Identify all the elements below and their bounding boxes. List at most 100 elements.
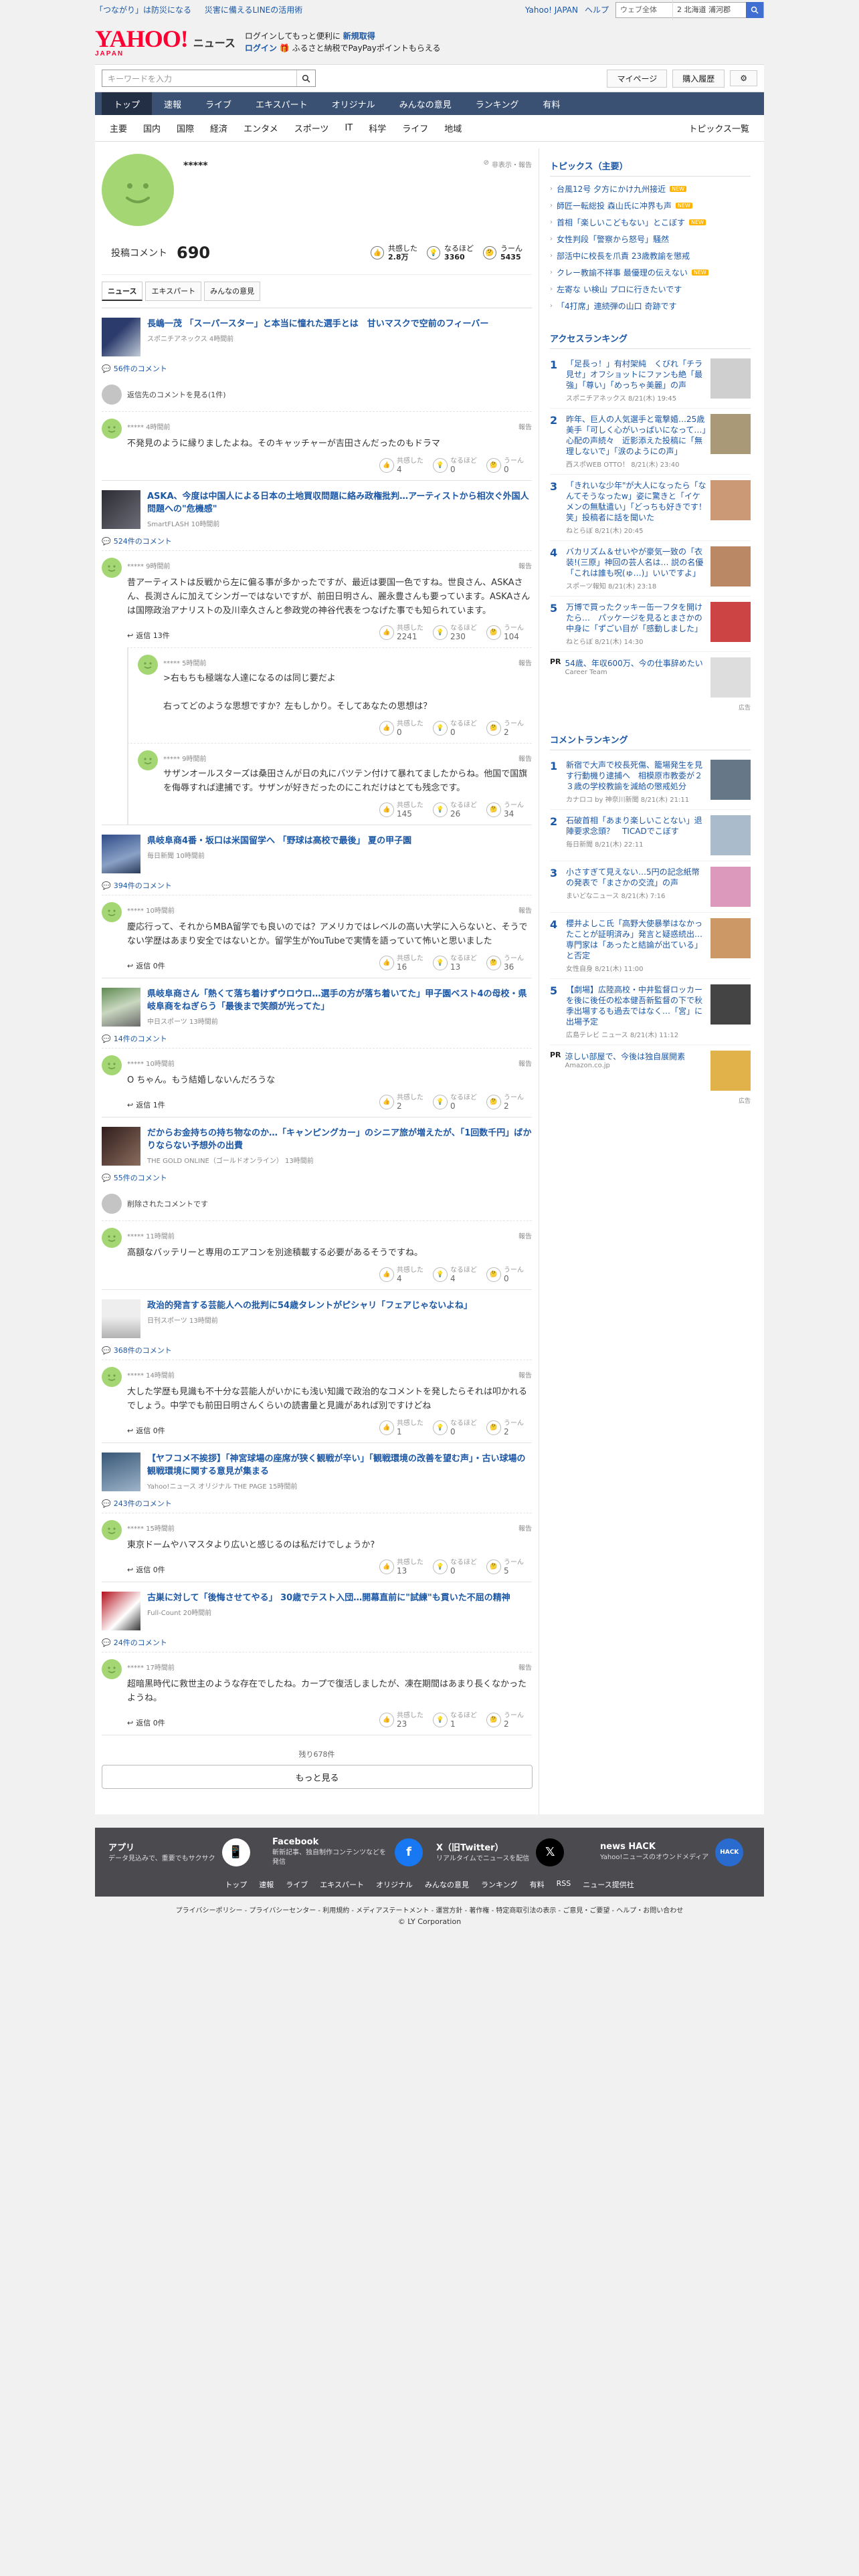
report-link[interactable]: 報告 bbox=[518, 1662, 532, 1672]
article-title[interactable]: 【ヤフコメ不挨拶】「神宮球場の座席が狭く観戦が辛い」「観戦環境の改善を望む声」・… bbox=[147, 1453, 532, 1478]
comment-count-link[interactable]: 💬 524件のコメント bbox=[102, 529, 532, 550]
ranking-item[interactable]: 5 万博で買ったクッキー缶一フタを開けたら… パッケージを見るとまさかの中身に「ず… bbox=[550, 597, 751, 652]
article-title[interactable]: だからお金持ちの持ち物なのか…「キャンピングカー」のシニア旅が増えたが、「1回数… bbox=[147, 1127, 532, 1152]
ranking-item[interactable]: 4 櫻井よしこ氏「高野大使暴挙はなかったことが証明済み」発言と疑惑続出…専門家は「… bbox=[550, 913, 751, 979]
article-title[interactable]: ASKA、今度は中国人による日本の土地買収問題に絡み政権批判…アーティストから相… bbox=[147, 490, 532, 516]
article-thumbnail[interactable] bbox=[102, 318, 140, 356]
reply-button[interactable]: ↩ 返信 0件 bbox=[127, 1717, 165, 1728]
cat-domestic[interactable]: 国内 bbox=[135, 122, 169, 134]
reply-button[interactable]: ↩ 返信 1件 bbox=[127, 1099, 165, 1110]
sponsored-item[interactable]: PR 54歳、年収600万、今の仕事辞めたい Career Team bbox=[550, 652, 751, 703]
reaction-insight[interactable]: 💡 なるほど 26 bbox=[433, 802, 478, 818]
cat-economy[interactable]: 経済 bbox=[202, 122, 235, 134]
topics-list-link[interactable]: トピックス一覧 bbox=[680, 122, 757, 134]
nav-original[interactable]: オリジナル bbox=[320, 92, 387, 115]
footer-facebook[interactable]: Facebook 斬新記事、独自制作コンテンツなどを発信 f bbox=[272, 1837, 423, 1867]
footer-link[interactable]: RSS bbox=[557, 1879, 571, 1890]
ranking-item[interactable]: 1 「足長っ！」有村架純 くびれ「チラ見せ」オフショットにファンも絶「最強」「尊い… bbox=[550, 353, 751, 409]
search-button[interactable] bbox=[296, 70, 315, 86]
topic-item[interactable]: › 師匠一転総投 森山氏に冲界も声 NEW bbox=[550, 197, 751, 214]
ad-info[interactable]: 広告 bbox=[550, 1096, 751, 1109]
comment-count-link[interactable]: 💬 55件のコメント bbox=[102, 1166, 532, 1187]
footer-link[interactable]: 有料 bbox=[530, 1879, 545, 1890]
reaction-empathy[interactable]: 👍 共感した 2241 bbox=[379, 625, 425, 641]
article-header[interactable]: ASKA、今度は中国人による日本の土地買収問題に絡み政権批判…アーティストから相… bbox=[102, 490, 532, 529]
article-thumbnail[interactable] bbox=[102, 988, 140, 1027]
cat-world[interactable]: 国際 bbox=[169, 122, 202, 134]
cat-sports[interactable]: スポーツ bbox=[286, 122, 337, 134]
comment-count-link[interactable]: 💬 243件のコメント bbox=[102, 1491, 532, 1513]
reaction-insight[interactable]: 💡 なるほど 4 bbox=[433, 1267, 478, 1283]
article-header[interactable]: 政治的発言する芸能人への批判に54歳タレントがピシャリ「フェアじゃないよね」 日刊… bbox=[102, 1299, 532, 1338]
nav-top[interactable]: トップ bbox=[102, 92, 153, 115]
reaction-hmm[interactable]: 🤔 うーん 2 bbox=[486, 720, 532, 736]
topic-item[interactable]: › 女性判段「警察から怒号」騒然 bbox=[550, 231, 751, 247]
ranking-item[interactable]: 4 バカリズム＆せいやが豪気一致の「衣装!(三原」神回の芸人名は… 説の名優「これ… bbox=[550, 541, 751, 597]
footer-link[interactable]: オリジナル bbox=[376, 1879, 413, 1890]
reaction-insight[interactable]: 💡 なるほど 0 bbox=[433, 1094, 478, 1110]
report-link[interactable]: 報告 bbox=[518, 560, 532, 570]
cat-life[interactable]: ライフ bbox=[394, 122, 436, 134]
yahoo-japan-link[interactable]: Yahoo! JAPAN bbox=[525, 0, 578, 20]
reaction-insight[interactable]: 💡 なるほど 0 bbox=[433, 1420, 478, 1436]
article-thumbnail[interactable] bbox=[102, 1592, 140, 1630]
site-name[interactable]: ニュース bbox=[193, 34, 235, 50]
nav-live[interactable]: ライブ bbox=[193, 92, 244, 115]
nav-expert[interactable]: エキスパート bbox=[244, 92, 320, 115]
promo-text-2[interactable]: ふるさと納税でPayPayポイントもらえる bbox=[292, 43, 441, 53]
comment-count-link[interactable]: 💬 394件のコメント bbox=[102, 873, 532, 895]
topic-item[interactable]: › 部活中に校長を爪責 23歳教諭を懲戒 bbox=[550, 247, 751, 264]
article-title[interactable]: 古巣に対して「後悔させてやる」 30歳でテスト入団…開幕直前に"試練"も貫いた不… bbox=[147, 1592, 510, 1604]
footer-link[interactable]: みんなの意見 bbox=[425, 1879, 469, 1890]
help-link[interactable]: ヘルプ bbox=[585, 0, 609, 20]
footer-link[interactable]: 速報 bbox=[259, 1879, 274, 1890]
reaction-hmm[interactable]: 🤔 うーん 104 bbox=[486, 625, 532, 641]
reaction-empathy[interactable]: 👍 共感した 145 bbox=[379, 802, 425, 818]
reaction-insight[interactable]: 💡 なるほど 230 bbox=[433, 625, 478, 641]
ranking-item[interactable]: 2 石破首相「あまり楽しいことない」退陣要求念頭？ TICADでこぼす 毎日新聞 8… bbox=[550, 810, 751, 861]
comment-count-link[interactable]: 💬 56件のコメント bbox=[102, 356, 532, 378]
reaction-empathy[interactable]: 👍 共感した 2 bbox=[379, 1094, 425, 1110]
article-header[interactable]: 県岐阜商さん「熱くて落ち着けずウロウロ…選手の方が落ち着いてた」甲子園ベスト4の… bbox=[102, 988, 532, 1027]
reaction-hmm[interactable]: 🤔 うーん 5 bbox=[486, 1559, 532, 1575]
report-link[interactable]: 報告 bbox=[518, 1058, 532, 1068]
reply-button[interactable]: ↩ 返信 0件 bbox=[127, 1425, 165, 1436]
article-header[interactable]: 県岐阜商4番・坂口は米国留学へ 「野球は高校で最後」 夏の甲子園 毎日新聞 10時… bbox=[102, 835, 532, 873]
reaction-empathy[interactable]: 👍 共感した 23 bbox=[379, 1712, 425, 1728]
article-thumbnail[interactable] bbox=[102, 490, 140, 529]
cat-entertainment[interactable]: エンタメ bbox=[235, 122, 286, 134]
cat-science[interactable]: 科学 bbox=[361, 122, 394, 134]
parent-comment-note[interactable]: 削除されたコメントです bbox=[102, 1187, 532, 1220]
report-link[interactable]: 報告 bbox=[518, 1230, 532, 1241]
tab-opinion[interactable]: みんなの意見 bbox=[204, 282, 261, 301]
reaction-hmm[interactable]: 🤔 うーん 0 bbox=[486, 457, 532, 473]
topic-item[interactable]: › 首相「楽しいこどもない」とこぼす NEW bbox=[550, 214, 751, 231]
sponsored-item[interactable]: PR 涼しい部屋で、今後は独自展開素 Amazon.co.jp bbox=[550, 1045, 751, 1096]
nav-breaking[interactable]: 速報 bbox=[152, 92, 193, 115]
topics-title[interactable]: トピックス（主要） bbox=[550, 155, 751, 177]
reaction-hmm[interactable]: 🤔 うーん 34 bbox=[486, 802, 532, 818]
search-scope-select[interactable]: ウェブ全体 bbox=[616, 0, 672, 20]
reaction-hmm[interactable]: 🤔 うーん 2 bbox=[486, 1712, 532, 1728]
hide-report-link[interactable]: ⊘ 非表示・報告 bbox=[484, 159, 532, 226]
footer-link[interactable]: トップ bbox=[225, 1879, 247, 1890]
tab-expert[interactable]: エキスパート bbox=[145, 282, 202, 301]
reaction-empathy[interactable]: 👍 共感した 13 bbox=[379, 1559, 425, 1575]
ranking-item[interactable]: 1 新宿で大声で校長死傷、籠場発生を見す行動機り逮捕へ 相模原市教委が２３歳の学校… bbox=[550, 754, 751, 810]
top-link-line[interactable]: 「つながり」は防災になる bbox=[95, 5, 191, 15]
report-link[interactable]: 報告 bbox=[518, 1370, 532, 1380]
footer-link[interactable]: ランキング bbox=[481, 1879, 518, 1890]
weather-location[interactable]: 2 北海道 浦河郡 bbox=[672, 0, 746, 20]
comment-count-link[interactable]: 💬 24件のコメント bbox=[102, 1630, 532, 1652]
ranking-item[interactable]: 3 小さすぎて見えない…5円の記念紙幣の発表で「まさかの交流」の声 まいどなニュース… bbox=[550, 861, 751, 913]
reaction-empathy[interactable]: 👍 共感した 4 bbox=[379, 1267, 425, 1283]
article-thumbnail[interactable] bbox=[102, 1299, 140, 1338]
reaction-hmm[interactable]: 🤔 うーん 2 bbox=[486, 1094, 532, 1110]
topic-item[interactable]: › 「4打席」連続弾の山口 奇跡です bbox=[550, 298, 751, 314]
topic-item[interactable]: › クレー教諭不祥事 最優理の伝えない NEW bbox=[550, 264, 751, 281]
report-link[interactable]: 報告 bbox=[518, 421, 532, 431]
article-header[interactable]: 古巣に対して「後悔させてやる」 30歳でテスト入団…開幕直前に"試練"も貫いた不… bbox=[102, 1592, 532, 1630]
access-ranking-title[interactable]: アクセスランキング bbox=[550, 328, 751, 349]
purchase-history-button[interactable]: 購入履歴 bbox=[672, 69, 725, 88]
comment-ranking-title[interactable]: コメントランキング bbox=[550, 729, 751, 750]
